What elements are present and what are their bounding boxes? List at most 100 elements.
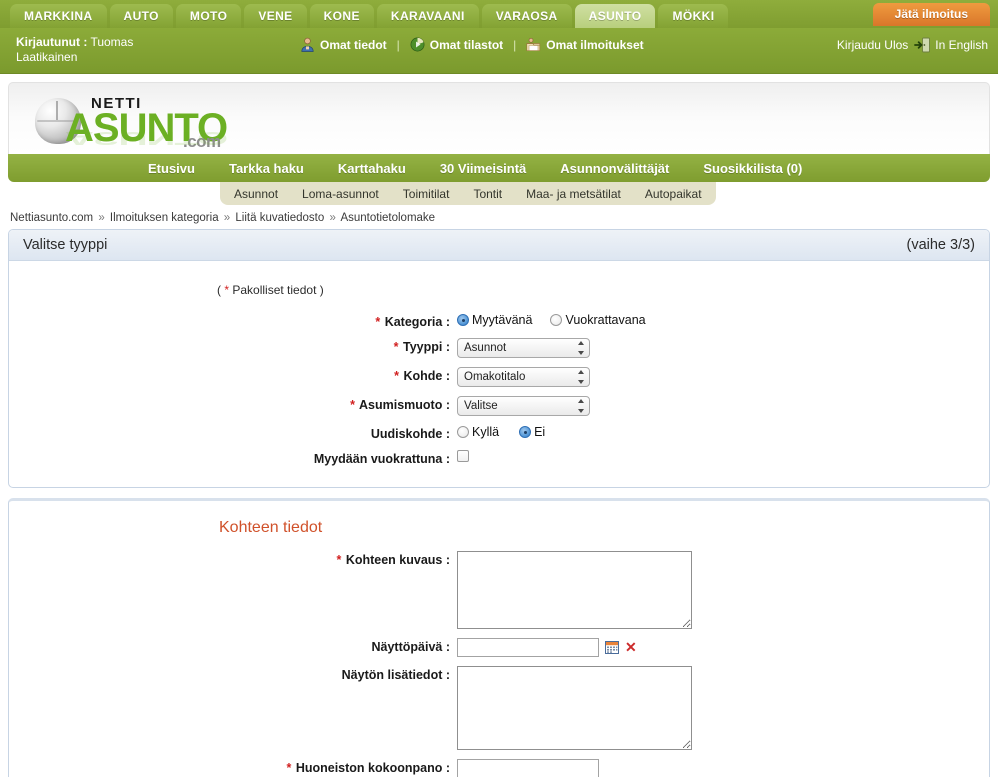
breadcrumb-chevron-3: » (329, 212, 336, 224)
nav-suosikkilista[interactable]: Suosikkilista (0) (703, 161, 802, 176)
control-kohteen-kuvaus (457, 551, 989, 629)
breadcrumb-item-home[interactable]: Nettiasunto.com (10, 212, 93, 224)
user-bar-right-links: Kirjaudu Ulos In English (837, 37, 988, 53)
radio-ei-dot[interactable] (519, 426, 532, 438)
logged-in-label: Kirjautunut : (16, 35, 88, 49)
form-row-huoneiston-kokoonpano: * Huoneiston kokoonpano : (9, 759, 989, 777)
form-row-tyyppi: * Tyyppi : Asunnot (9, 338, 989, 358)
control-uudiskohde: Kyllä Ei (457, 425, 989, 439)
required-star-kohteen-kuvaus: * (336, 553, 342, 567)
control-huoneiston-kokoonpano (457, 759, 989, 777)
logout-link[interactable]: Kirjaudu Ulos (837, 38, 908, 52)
radio-kylla-dot[interactable] (457, 426, 469, 438)
calendar-icon[interactable] (605, 641, 619, 654)
user-bar-links: Omat tiedot | Omat tilastot | Omat ilmoi… (300, 37, 644, 52)
input-nayttopaiva[interactable] (457, 638, 599, 657)
select-tyyppi[interactable]: Asunnot (457, 338, 590, 358)
sub-navigation: Asunnot Loma-asunnot Toimitilat Tontit M… (8, 182, 990, 205)
select-type-panel: Valitse tyyppi (vaihe 3/3) ( * Pakollise… (8, 229, 990, 488)
language-link[interactable]: In English (935, 38, 988, 52)
label-nayttopaiva: Näyttöpäivä : (9, 638, 457, 654)
tab-mokki[interactable]: MÖKKI (658, 4, 729, 28)
nav-etusivu[interactable]: Etusivu (148, 161, 195, 176)
tab-markkina[interactable]: MARKKINA (10, 4, 107, 28)
category-tab-list: MARKKINA AUTO MOTO VENE KONE KARAVAANI V… (10, 0, 998, 28)
form-row-uudiskohde: Uudiskohde : Kyllä Ei (9, 425, 989, 441)
main-navigation: Etusivu Tarkka haku Karttahaku 30 Viimei… (8, 154, 990, 182)
textarea-kohteen-kuvaus[interactable] (457, 551, 692, 629)
control-kategoria: Myytävänä Vuokrattavana (457, 313, 989, 327)
folder-open-icon (526, 37, 541, 52)
sub-navigation-list: Asunnot Loma-asunnot Toimitilat Tontit M… (220, 182, 716, 205)
hint-text: Pakolliset tiedot ) (229, 283, 324, 297)
subnav-loma-asunnot[interactable]: Loma-asunnot (302, 187, 379, 201)
control-kohde: Omakotitalo (457, 367, 989, 387)
property-details-panel: Kohteen tiedot * Kohteen kuvaus : Näyttö… (8, 498, 990, 777)
link-omat-tilastot[interactable]: Omat tilastot (410, 37, 503, 52)
breadcrumb-item-kuvatiedosto[interactable]: Liitä kuvatiedosto (235, 212, 324, 224)
nav-tarkka-haku[interactable]: Tarkka haku (229, 161, 304, 176)
tab-auto[interactable]: AUTO (109, 4, 173, 28)
tab-moto[interactable]: MOTO (175, 4, 242, 28)
radio-kylla-label: Kyllä (472, 425, 500, 439)
radio-kategoria-vuokrattavana[interactable]: Vuokrattavana (550, 313, 646, 327)
select-kohde[interactable]: Omakotitalo (457, 367, 590, 387)
required-star-kategoria: * (375, 315, 381, 329)
label-tyyppi: * Tyyppi : (9, 338, 457, 354)
link-separator-2: | (513, 37, 517, 52)
subnav-toimitilat[interactable]: Toimitilat (403, 187, 450, 201)
form-row-myydaan-vuokrattuna: Myydään vuokrattuna : (9, 450, 989, 466)
radio-kategoria-myytavana[interactable]: Myytävänä (457, 313, 532, 327)
radio-myytavana-dot[interactable] (457, 314, 469, 326)
radio-vuokrattavana-dot[interactable] (550, 314, 563, 326)
subnav-maa-ja-metsatilat[interactable]: Maa- ja metsätilat (526, 187, 621, 201)
required-star-kohde: * (394, 369, 399, 383)
subnav-tontit[interactable]: Tontit (473, 187, 502, 201)
tab-karavaani[interactable]: KARAVAANI (376, 4, 479, 28)
link-omat-tiedot[interactable]: Omat tiedot (300, 37, 387, 52)
subnav-asunnot[interactable]: Asunnot (234, 187, 278, 201)
radio-uudiskohde-ei[interactable]: Ei (519, 425, 545, 439)
tab-kone[interactable]: KONE (309, 4, 374, 28)
link-omat-ilmoitukset[interactable]: Omat ilmoitukset (526, 37, 644, 52)
tab-asunto[interactable]: ASUNTO (574, 4, 656, 28)
label-huoneiston-kokoonpano: * Huoneiston kokoonpano : (9, 759, 457, 775)
nav-asunnonvalittajat[interactable]: Asunnonvälittäjät (560, 161, 669, 176)
select-tyyppi-wrapper: Asunnot (457, 338, 590, 358)
control-myydaan-vuokrattuna (457, 450, 989, 462)
form-row-kohde: * Kohde : Omakotitalo (9, 367, 989, 387)
link-omat-ilmoitukset-label: Omat ilmoitukset (546, 37, 644, 52)
required-star-asumismuoto: * (350, 398, 355, 412)
label-asumismuoto: * Asumismuoto : (9, 396, 457, 412)
step-indicator: (vaihe 3/3) (906, 237, 975, 253)
label-nayton-lisatiedot: Näytön lisätiedot : (9, 666, 457, 682)
checkbox-myydaan-vuokrattuna[interactable] (457, 450, 469, 462)
radio-myytavana-label: Myytävänä (472, 313, 533, 327)
user-icon (300, 37, 315, 52)
subnav-autopaikat[interactable]: Autopaikat (645, 187, 702, 201)
required-fields-hint: ( * Pakolliset tiedot ) (217, 283, 989, 297)
radio-uudiskohde-kylla[interactable]: Kyllä (457, 425, 499, 439)
select-asumismuoto[interactable]: Valitse (457, 396, 590, 416)
control-tyyppi: Asunnot (457, 338, 989, 358)
textarea-nayton-lisatiedot[interactable] (457, 666, 692, 750)
chart-pie-icon (410, 37, 425, 52)
breadcrumb-item-kategoria[interactable]: Ilmoituksen kategoria (110, 212, 219, 224)
link-omat-tiedot-label: Omat tiedot (320, 37, 387, 52)
form-row-kategoria: * Kategoria : Myytävänä Vuokrattavana (9, 313, 989, 329)
nav-karttahaku[interactable]: Karttahaku (338, 161, 406, 176)
form-row-nayttopaiva: Näyttöpäivä : ✕ (9, 638, 989, 657)
tab-varaosa[interactable]: VARAOSA (481, 4, 572, 28)
leave-ad-button[interactable]: Jätä ilmoitus (872, 3, 990, 26)
breadcrumb-chevron-2: » (223, 212, 231, 224)
input-huoneiston-kokoonpano[interactable] (457, 759, 599, 777)
tab-vene[interactable]: VENE (244, 4, 307, 28)
nav-30-viimeisinta[interactable]: 30 Viimeisintä (440, 161, 526, 176)
breadcrumb: Nettiasunto.com » Ilmoituksen kategoria … (10, 212, 998, 224)
exit-door-icon[interactable] (914, 37, 931, 53)
breadcrumb-item-lomake[interactable]: Asuntotietolomake (340, 212, 435, 224)
clear-x-icon[interactable]: ✕ (625, 640, 637, 654)
label-asumismuoto-text: Asumismuoto : (359, 398, 450, 412)
label-uudiskohde: Uudiskohde : (9, 425, 457, 441)
control-asumismuoto: Valitse (457, 396, 989, 416)
